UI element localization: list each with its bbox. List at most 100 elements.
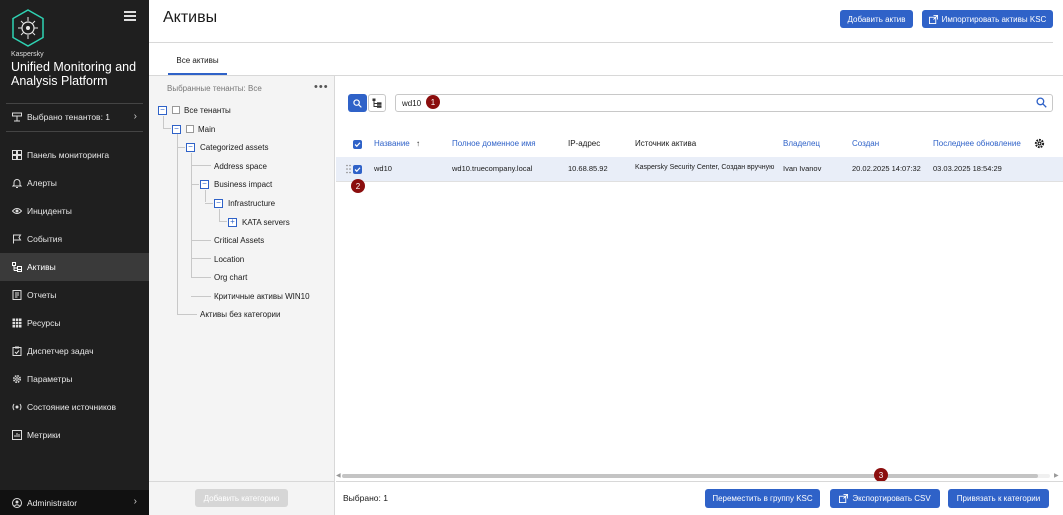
tree-connector: [191, 258, 211, 259]
sidebar-item-incidents[interactable]: Инциденты: [0, 197, 149, 225]
tree-mode-button[interactable]: [368, 94, 386, 112]
check-icon: [354, 142, 361, 148]
cell-created: 20.02.2025 14:07:32: [852, 164, 921, 173]
scroll-right-icon[interactable]: ▶: [1054, 472, 1059, 479]
chevron-right-icon: ›: [133, 111, 137, 122]
tree-connector: [205, 190, 206, 202]
sidebar-item-assets[interactable]: Активы: [0, 253, 149, 281]
collapse-icon[interactable]: −: [214, 198, 223, 208]
tree-node-infrastructure[interactable]: − Infrastructure: [214, 196, 275, 210]
sidebar-nav: Панель мониторинга Алерты Инциденты Собы…: [0, 141, 149, 449]
move-to-ksc-group-button[interactable]: Переместить в группу KSC: [705, 489, 820, 508]
tree-node-label: Все тенанты: [184, 105, 231, 115]
horizontal-scrollbar[interactable]: ◀ ▶: [336, 472, 1063, 479]
search-input[interactable]: [395, 94, 1053, 112]
tenant-selector[interactable]: Выбрано тенантов: 1 ›: [0, 106, 149, 128]
bell-icon: [12, 178, 22, 188]
sidebar-item-label: Активы: [27, 262, 56, 272]
assets-icon: [12, 262, 22, 272]
import-icon: [928, 14, 938, 24]
sidebar-item-source-status[interactable]: Состояние источников: [0, 393, 149, 421]
tree-node-address-space[interactable]: Address space: [214, 159, 267, 173]
sidebar-item-events[interactable]: События: [0, 225, 149, 253]
more-options-icon[interactable]: •••: [314, 81, 329, 93]
collapse-icon[interactable]: −: [158, 105, 167, 115]
scrollbar-thumb[interactable]: [342, 474, 1038, 478]
export-csv-label: Экспортировать CSV: [852, 494, 931, 503]
tree-node-critical-assets[interactable]: Critical Assets: [214, 233, 264, 247]
column-header-updated[interactable]: Последнее обновление: [933, 139, 1021, 148]
export-csv-button[interactable]: Экспортировать CSV: [830, 489, 940, 508]
tree-connector: [163, 128, 171, 129]
user-menu[interactable]: Administrator ›: [0, 490, 149, 515]
sidebar-item-label: Инциденты: [27, 206, 72, 216]
tree-node-business-impact[interactable]: − Business impact: [200, 177, 272, 191]
select-all-checkbox[interactable]: [353, 140, 362, 149]
sidebar: Kaspersky Unified Monitoring and Analysi…: [0, 0, 149, 515]
tree-node-uncategorized[interactable]: Активы без категории: [200, 307, 281, 321]
tree-node-label: Критичные активы WIN10: [214, 291, 310, 301]
row-checkbox[interactable]: [353, 165, 362, 174]
collapse-icon[interactable]: −: [186, 142, 195, 152]
grid-icon: [12, 318, 22, 328]
tree-checkbox[interactable]: [186, 125, 194, 133]
sidebar-item-reports[interactable]: Отчеты: [0, 281, 149, 309]
column-header-created[interactable]: Создан: [852, 139, 879, 148]
tree-checkbox[interactable]: [172, 106, 180, 114]
sidebar-item-label: Параметры: [27, 374, 73, 384]
tree-node-label: Org chart: [214, 272, 248, 282]
sidebar-item-task-manager[interactable]: Диспетчер задач: [0, 337, 149, 365]
sidebar-item-alerts[interactable]: Алерты: [0, 169, 149, 197]
tree-node-categorized-assets[interactable]: − Categorized assets: [186, 140, 268, 154]
step-marker: 2: [351, 179, 365, 193]
collapse-icon[interactable]: −: [172, 124, 181, 134]
sidebar-item-dashboard[interactable]: Панель мониторинга: [0, 141, 149, 169]
selected-count: Выбрано: 1: [343, 493, 388, 503]
cell-name[interactable]: wd10: [374, 164, 392, 173]
gear-icon: [12, 374, 22, 384]
expand-icon[interactable]: +: [228, 217, 237, 227]
sort-ascending-icon: ↑: [415, 139, 420, 148]
tree-node-label: Infrastructure: [228, 198, 276, 208]
sidebar-item-resources[interactable]: Ресурсы: [0, 309, 149, 337]
hierarchy-icon: [372, 98, 382, 108]
tree-node-org-chart[interactable]: Org chart: [214, 270, 247, 284]
tree-node-critical-win10[interactable]: Критичные активы WIN10: [214, 289, 310, 303]
menu-toggle-icon[interactable]: [124, 11, 136, 21]
collapse-icon[interactable]: −: [200, 179, 209, 189]
drag-handle-icon[interactable]: [346, 164, 351, 174]
chevron-right-icon: ›: [133, 496, 137, 507]
sidebar-item-metrics[interactable]: Метрики: [0, 421, 149, 449]
column-header-name[interactable]: Название ↑: [374, 139, 420, 148]
category-tree-panel: Выбранные тенанты: Все ••• − Все тенанты…: [149, 76, 335, 515]
add-category-button[interactable]: Добавить категорию: [195, 489, 288, 507]
sidebar-item-label: Отчеты: [27, 290, 57, 300]
tree-node-all-tenants[interactable]: − Все тенанты: [158, 103, 231, 117]
cell-fqdn: wd10.truecompany.local: [452, 164, 533, 173]
column-settings-gear-icon[interactable]: [1034, 138, 1045, 149]
tree-node-location[interactable]: Location: [214, 252, 244, 266]
search-icon[interactable]: [1036, 97, 1047, 108]
search-mode-button[interactable]: [348, 94, 367, 112]
add-asset-button[interactable]: Добавить актив: [840, 10, 913, 28]
column-header-fqdn[interactable]: Полное доменное имя: [452, 139, 536, 148]
tree-connector: [191, 184, 199, 185]
scroll-left-icon[interactable]: ◀: [336, 472, 341, 479]
tree-connector: [163, 116, 164, 128]
import-ksc-assets-button[interactable]: Импортировать активы KSC: [922, 10, 1053, 28]
sidebar-item-label: Ресурсы: [27, 318, 61, 328]
tree-node-main[interactable]: − Main: [172, 122, 215, 136]
column-header-owner[interactable]: Владелец: [783, 139, 820, 148]
header-divider: [149, 42, 1053, 43]
tree-connector: [177, 147, 185, 148]
check-icon: [354, 167, 361, 173]
sidebar-item-settings[interactable]: Параметры: [0, 365, 149, 393]
tab-all-assets[interactable]: Все активы: [168, 56, 227, 75]
tree-node-kata-servers[interactable]: + KATA servers: [228, 215, 290, 229]
tenants-icon: [12, 112, 22, 122]
brand-vendor: Kaspersky: [11, 51, 44, 58]
link-to-category-button[interactable]: Привязать к категории: [948, 489, 1049, 508]
tree-node-label: Address space: [214, 161, 267, 171]
sidebar-item-label: Диспетчер задач: [27, 346, 94, 356]
tree-footer-divider: [149, 481, 335, 482]
